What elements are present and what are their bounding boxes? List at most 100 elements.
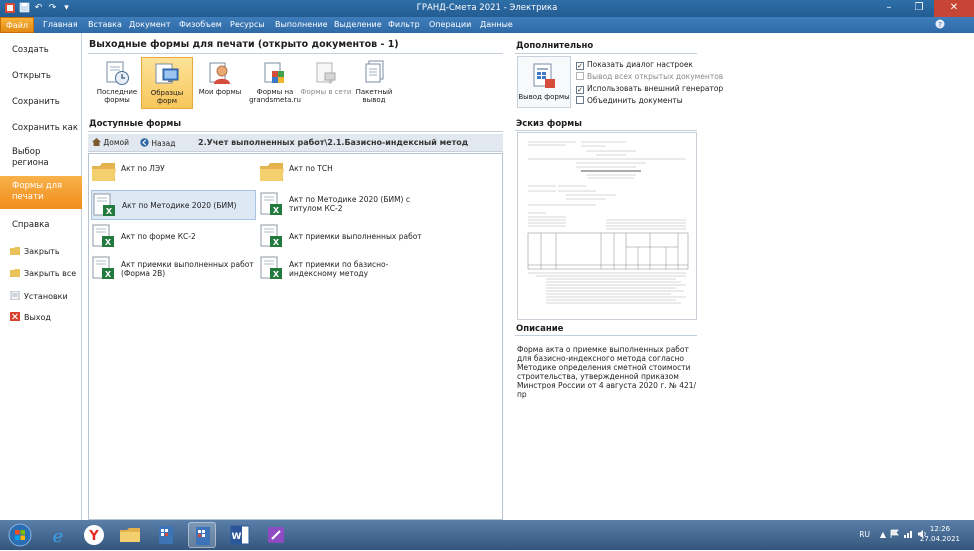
nav-create[interactable]: Создать <box>0 45 82 55</box>
taskbar-grand-smeta-1[interactable] <box>152 522 180 548</box>
sample-forms-button[interactable]: Образцы форм <box>141 57 193 109</box>
folder-close-icon <box>10 246 20 255</box>
web-forms-button[interactable]: Формы на grandsmeta.ru <box>249 57 301 109</box>
batch-output-label: Пакетный вывод <box>355 88 393 104</box>
tab-home[interactable]: Главная <box>43 20 78 29</box>
excel-doc-icon: X <box>259 256 285 280</box>
flag-icon[interactable] <box>890 529 900 541</box>
close-window-button[interactable]: ✕ <box>934 0 974 17</box>
list-item-folder-leu[interactable]: Акт по ЛЭУ <box>91 158 256 186</box>
nav-settings[interactable]: Установки <box>10 290 68 301</box>
export-form-button[interactable]: Вывод формы <box>517 56 571 108</box>
nav-help[interactable]: Справка <box>0 220 82 230</box>
tab-document[interactable]: Документ <box>129 20 171 29</box>
tab-operations[interactable]: Операции <box>429 20 471 29</box>
svg-text:?: ? <box>938 21 942 29</box>
nav-close-all-label: Закрыть все <box>24 269 77 278</box>
print-forms-panel: Выходные формы для печати (открыто докум… <box>82 33 974 520</box>
svg-text:X: X <box>273 270 280 279</box>
clock-doc-icon <box>104 60 130 86</box>
grand-smeta-icon <box>159 526 173 544</box>
path-bar: Домой Назад 2.Учет выполненных работ\2.1… <box>88 134 503 152</box>
nav-select-region[interactable]: Выбор региона <box>0 147 70 169</box>
excel-doc-icon: X <box>91 256 117 280</box>
tab-data[interactable]: Данные <box>480 20 513 29</box>
nav-close-all[interactable]: Закрыть все <box>10 268 76 278</box>
checkbox-unchecked <box>576 72 584 80</box>
list-item-label: Акт приемки выполненных работ (Форма 2В) <box>121 260 254 278</box>
list-item-folder-tsn[interactable]: Акт по ТСН <box>259 158 424 186</box>
backstage-nav: Создать Открыть Сохранить Сохранить как … <box>0 33 82 520</box>
checkbox-unchecked[interactable] <box>576 96 584 104</box>
language-indicator[interactable]: RU <box>859 530 870 539</box>
maximize-button[interactable]: ❐ <box>904 0 934 17</box>
sample-forms-label: Образцы форм <box>150 89 184 105</box>
back-button[interactable]: Назад <box>140 138 175 148</box>
list-item-act-form-2v[interactable]: X Акт приемки выполненных работ (Форма 2… <box>91 254 256 286</box>
tab-execution[interactable]: Выполнение <box>275 20 328 29</box>
taskbar-app-purple[interactable] <box>262 522 290 548</box>
tab-selection[interactable]: Выделение <box>334 20 382 29</box>
checkbox-checked[interactable]: ✓ <box>576 86 584 94</box>
external-generator-checkbox[interactable]: ✓ Использовать внешний генератор <box>576 84 723 94</box>
excel-doc-icon: X <box>91 224 117 248</box>
list-item-act-base-index[interactable]: X Акт приемки по базисно-индексному мето… <box>259 254 424 286</box>
title-bar: ↶ ↷ ▾ ГРАНД-Смета 2021 - Электрика – ❐ ✕ <box>0 0 974 17</box>
nav-save[interactable]: Сохранить <box>0 97 82 107</box>
taskbar-ie[interactable]: e <box>44 522 72 548</box>
tab-filter[interactable]: Фильтр <box>388 20 420 29</box>
folder-icon <box>91 160 117 184</box>
taskbar-explorer[interactable] <box>116 522 144 548</box>
purple-app-icon <box>268 527 284 543</box>
file-explorer-icon <box>120 528 140 542</box>
show-settings-dialog-checkbox[interactable]: ✓ Показать диалог настроек <box>576 60 693 70</box>
minimize-button[interactable]: – <box>874 0 904 17</box>
batch-output-button[interactable]: Пакетный вывод <box>348 57 400 109</box>
forms-list: Акт по ЛЭУ Акт по ТСН X Акт по Методике … <box>88 153 503 520</box>
tray-expand-icon[interactable]: ▲ <box>880 530 886 539</box>
system-clock[interactable]: 12:26 27.04.2021 <box>920 524 960 544</box>
tab-resources[interactable]: Ресурсы <box>230 20 265 29</box>
start-button[interactable] <box>6 522 36 548</box>
list-item-act-bim-2020[interactable]: X Акт по Методике 2020 (БИМ) <box>91 190 256 220</box>
option-label: Вывод всех открытых документов <box>587 72 724 81</box>
svg-text:e: e <box>53 526 64 547</box>
taskbar-word[interactable]: W <box>226 522 254 548</box>
nav-print-forms[interactable]: Формы для печати <box>0 176 82 209</box>
tab-physical-volume[interactable]: Физобъем <box>179 20 222 29</box>
my-forms-button[interactable]: Мои формы <box>194 57 246 109</box>
list-item-act-acceptance[interactable]: X Акт приемки выполненных работ <box>259 222 424 252</box>
internet-explorer-icon: e <box>53 526 64 547</box>
nav-open[interactable]: Открыть <box>0 71 82 81</box>
taskbar-yandex[interactable]: Y <box>80 522 108 548</box>
merge-docs-checkbox[interactable]: Объединить документы <box>576 96 683 105</box>
folder-close-all-icon <box>10 268 20 277</box>
export-table-icon <box>533 63 555 88</box>
list-item-label: Акт по Методике 2020 (БИМ) <box>122 201 237 210</box>
breadcrumb: 2.Учет выполненных работ\2.1.Базисно-инд… <box>198 138 469 147</box>
help-icon[interactable]: ? <box>935 19 945 31</box>
recent-forms-button[interactable]: Последние формы <box>91 57 143 109</box>
page-title: Выходные формы для печати (открыто докум… <box>89 39 399 50</box>
nav-exit[interactable]: Выход <box>10 312 51 322</box>
list-item-label: Акт приемки выполненных работ <box>289 232 422 241</box>
list-item-label: Акт по ТСН <box>289 164 333 173</box>
taskbar-grand-smeta-2[interactable] <box>188 522 216 548</box>
list-item-act-bim-2020-ks2[interactable]: X Акт по Методике 2020 (БИМ) с титулом К… <box>259 190 424 220</box>
nav-save-as[interactable]: Сохранить как <box>0 123 82 133</box>
form-preview <box>517 132 697 320</box>
tab-file[interactable]: Файл <box>0 17 34 33</box>
description-title: Описание <box>516 324 564 334</box>
word-icon: W <box>230 525 250 545</box>
recent-forms-label: Последние формы <box>96 88 138 104</box>
tab-insert[interactable]: Вставка <box>88 20 122 29</box>
additional-divider <box>515 53 697 54</box>
list-item-act-ks2[interactable]: X Акт по форме КС-2 <box>91 222 256 252</box>
network-icon[interactable] <box>903 529 914 541</box>
network-forms-button: Формы в сети <box>300 57 352 109</box>
svg-text:X: X <box>273 206 280 215</box>
home-button[interactable]: Домой <box>92 138 129 147</box>
checkbox-checked[interactable]: ✓ <box>576 62 584 70</box>
nav-close[interactable]: Закрыть <box>10 246 60 256</box>
monitor-doc-icon <box>154 61 180 87</box>
